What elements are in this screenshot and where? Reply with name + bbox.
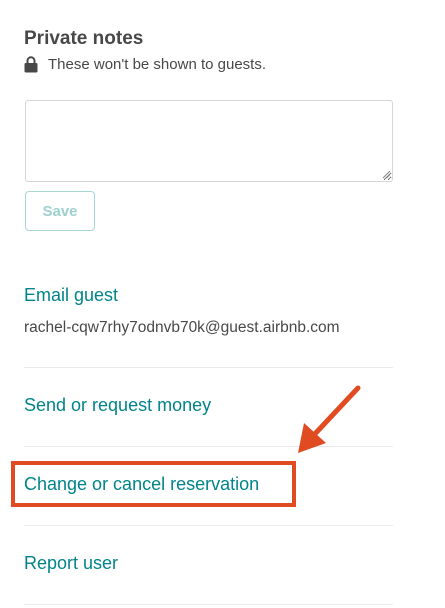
divider — [24, 525, 393, 526]
divider — [24, 604, 393, 605]
private-notes-subtitle: These won't be shown to guests. — [24, 56, 266, 73]
reservation-sidebar: Private notes These won't be shown to gu… — [0, 0, 445, 608]
divider — [24, 367, 393, 368]
private-notes-hint: These won't be shown to guests. — [48, 56, 266, 73]
guest-email-address: rachel-cqw7rhy7odnvb70k@guest.airbnb.com — [24, 319, 340, 336]
private-notes-title: Private notes — [24, 28, 144, 49]
save-notes-button[interactable]: Save — [25, 191, 95, 231]
private-notes-input[interactable] — [25, 100, 393, 182]
annotation-arrow-icon — [298, 385, 361, 453]
lock-icon — [24, 56, 38, 73]
email-guest-link[interactable]: Email guest — [24, 285, 118, 306]
send-request-money-link[interactable]: Send or request money — [24, 395, 211, 416]
report-user-link[interactable]: Report user — [24, 553, 118, 574]
annotation-highlight-box — [11, 461, 296, 507]
